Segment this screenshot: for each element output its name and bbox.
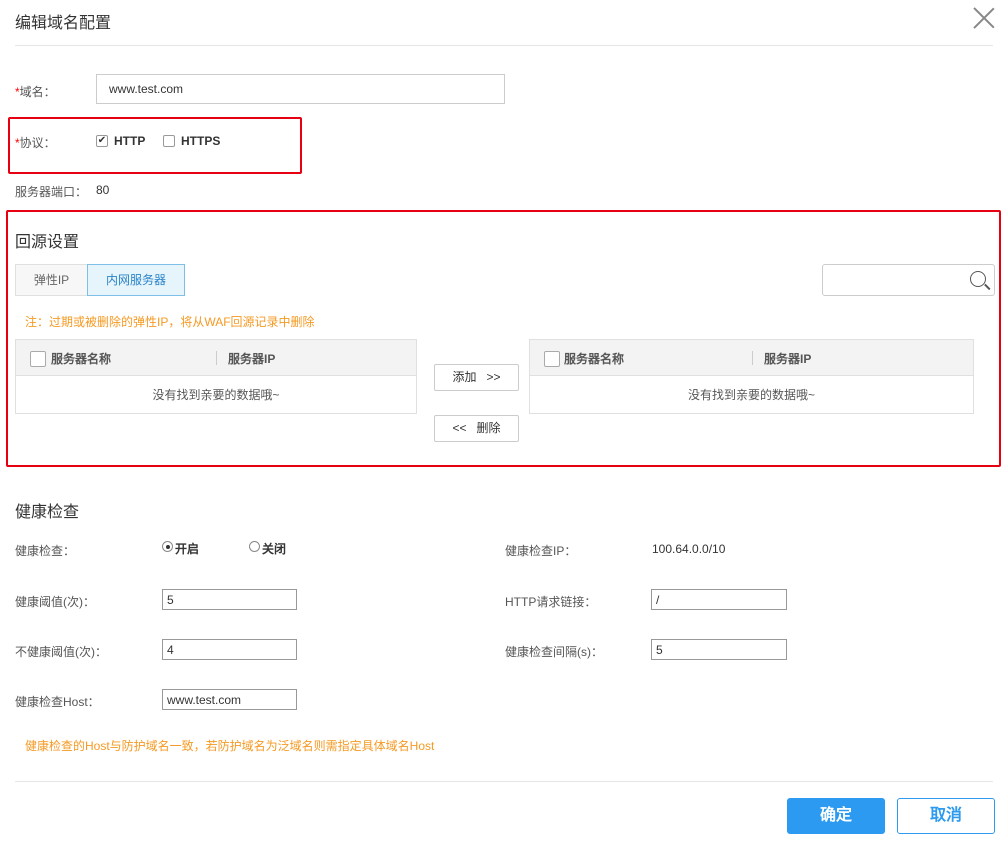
search-icon[interactable] xyxy=(970,271,986,287)
domain-input[interactable] xyxy=(96,74,505,104)
column-header-server-name[interactable]: 服务器名称 xyxy=(51,350,111,367)
health-threshold-input[interactable] xyxy=(162,589,297,610)
search-input[interactable] xyxy=(822,264,995,296)
column-separator xyxy=(752,351,753,365)
https-checkbox-label[interactable]: HTTPS xyxy=(181,134,220,148)
check-interval-input[interactable] xyxy=(651,639,787,660)
health-section-title: 健康检查 xyxy=(15,504,80,521)
check-interval-label: 健康检查间隔(s)： xyxy=(505,645,603,659)
health-note: 健康检查的Host与防护域名一致，若防护域名为泛域名则需指定具体域名Host xyxy=(25,739,435,753)
http-checkbox[interactable]: ✔ xyxy=(96,135,108,147)
table-header: 服务器名称 服务器IP xyxy=(16,340,416,376)
origin-section-title: 回源设置 xyxy=(15,234,80,251)
confirm-button[interactable]: 确定 xyxy=(787,798,885,834)
health-on-label[interactable]: 开启 xyxy=(175,540,199,557)
http-checkbox-label[interactable]: HTTP xyxy=(114,134,145,148)
add-button[interactable]: 添加 >> xyxy=(434,364,519,391)
origin-note: 注：过期或被删除的弹性IP，将从WAF回源记录中删除 xyxy=(25,315,315,329)
server-port-value: 80 xyxy=(96,183,110,197)
health-off-radio[interactable] xyxy=(249,541,260,552)
domain-label: *域名： xyxy=(15,85,56,99)
close-icon[interactable] xyxy=(972,6,996,30)
tab-internal-server[interactable]: 内网服务器 xyxy=(87,264,185,296)
http-link-input[interactable] xyxy=(651,589,787,610)
dialog-title: 编辑域名配置 xyxy=(15,15,112,32)
empty-message: 没有找到亲要的数据哦~ xyxy=(152,388,280,402)
cancel-button[interactable]: 取消 xyxy=(897,798,995,834)
http-link-label: HTTP请求链接： xyxy=(505,595,597,609)
select-all-checkbox[interactable] xyxy=(544,351,560,367)
health-threshold-label: 健康阈值(次)： xyxy=(15,595,95,609)
protocol-label: *协议： xyxy=(15,136,56,150)
health-check-ip-label: 健康检查IP： xyxy=(505,544,577,558)
empty-message: 没有找到亲要的数据哦~ xyxy=(687,388,815,402)
available-servers-table: 服务器名称 服务器IP 没有找到亲要的数据哦~ xyxy=(15,339,417,414)
remove-button[interactable]: << 删除 xyxy=(434,415,519,442)
health-on-radio[interactable] xyxy=(162,541,173,552)
https-checkbox[interactable] xyxy=(163,135,175,147)
health-check-ip-value: 100.64.0.0/10 xyxy=(652,542,726,556)
health-check-label: 健康检查： xyxy=(15,544,76,558)
footer-divider xyxy=(15,781,993,782)
header-divider xyxy=(15,45,993,46)
unhealthy-threshold-input[interactable] xyxy=(162,639,297,660)
selected-servers-table: 服务器名称 服务器IP 没有找到亲要的数据哦~ xyxy=(529,339,974,414)
select-all-checkbox[interactable] xyxy=(30,351,46,367)
health-host-input[interactable] xyxy=(162,689,297,710)
column-header-server-name[interactable]: 服务器名称 xyxy=(564,350,624,367)
table-header: 服务器名称 服务器IP xyxy=(530,340,973,376)
tab-elastic-ip[interactable]: 弹性IP xyxy=(15,264,88,296)
health-host-label: 健康检查Host： xyxy=(15,695,100,709)
column-header-server-ip[interactable]: 服务器IP xyxy=(764,350,811,367)
server-port-label: 服务器端口： xyxy=(15,185,88,199)
column-header-server-ip[interactable]: 服务器IP xyxy=(228,350,275,367)
health-off-label[interactable]: 关闭 xyxy=(262,540,286,557)
unhealthy-threshold-label: 不健康阈值(次)： xyxy=(15,645,107,659)
column-separator xyxy=(216,351,217,365)
